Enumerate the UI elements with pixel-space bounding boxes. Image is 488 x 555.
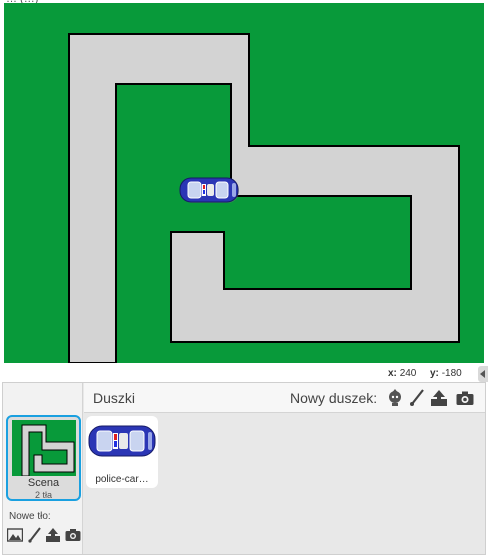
track-road xyxy=(68,33,460,363)
stage-canvas[interactable] xyxy=(4,3,484,363)
coord-x-value: 240 xyxy=(399,368,417,379)
coord-y-label: y: xyxy=(430,368,439,379)
stage-thumbnail[interactable]: Scena 2 tła xyxy=(6,415,81,501)
sprite-tile-police-car[interactable]: police-car… xyxy=(86,416,158,488)
camera-icon[interactable] xyxy=(455,388,475,408)
backdrop-library-icon[interactable] xyxy=(7,527,23,543)
new-sprite-label: Nowy duszek: xyxy=(290,390,378,406)
sprites-header: Duszki Nowy duszek: xyxy=(84,383,485,413)
paint-brush-icon[interactable] xyxy=(407,388,427,408)
mouse-coordinates: x: 240 y: -180 xyxy=(0,366,488,382)
stage-label: Scena xyxy=(27,477,60,489)
collapse-arrow-icon[interactable] xyxy=(478,366,488,382)
backdrop-count: 2 tła xyxy=(34,490,52,500)
stage-area: … (…) xyxy=(0,0,488,366)
sprite-library-icon[interactable] xyxy=(385,388,405,408)
coord-y-value: -180 xyxy=(441,368,462,379)
camera-icon[interactable] xyxy=(65,527,81,543)
stage-column: Scena 2 tła Nowe tło: xyxy=(3,383,83,554)
coord-x: x: 240 xyxy=(388,368,416,379)
police-car-icon[interactable] xyxy=(179,177,239,203)
new-backdrop-label: Nowe tło: xyxy=(9,511,51,522)
race-track xyxy=(68,33,460,363)
upload-icon[interactable] xyxy=(429,388,449,408)
sprites-title: Duszki xyxy=(93,390,136,406)
coord-y: y: -180 xyxy=(430,368,462,379)
police-car-icon xyxy=(88,425,156,457)
paint-brush-icon[interactable] xyxy=(27,527,43,543)
sprite-name: police-car… xyxy=(95,474,149,485)
sprite-pane: Scena 2 tła Nowe tło: Duszki Nowy duszek… xyxy=(2,382,486,555)
upload-icon[interactable] xyxy=(45,527,61,543)
coord-x-label: x: xyxy=(388,368,397,379)
stage-thumbnail-image xyxy=(12,420,76,476)
